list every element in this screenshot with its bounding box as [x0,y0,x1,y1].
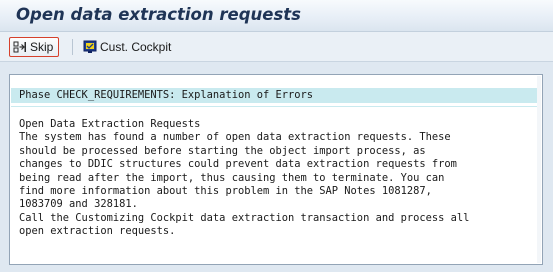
skip-icon [13,40,27,54]
header-divider [11,106,538,107]
cockpit-icon [83,40,97,54]
message-line: being read after the import, thus causin… [19,171,445,184]
message-line: changes to DDIC structures could prevent… [19,158,457,171]
message-line: 1083709 and 328181. [19,198,138,211]
customizing-cockpit-button-label: Cust. Cockpit [100,40,172,54]
message-heading: Open Data Extraction Requests [19,118,201,130]
page-title: Open data extraction requests [16,5,301,24]
message-line: The system has found a number of open da… [19,131,451,144]
toolbar-separator [72,39,73,55]
application-toolbar: Skip Cust. Cockpit [0,32,553,62]
message-line: find more information about this problem… [19,184,432,197]
message-panel: Phase CHECK_REQUIREMENTS: Explanation of… [9,74,543,265]
customizing-cockpit-button[interactable]: Cust. Cockpit [80,37,174,57]
message-line: open extraction requests. [19,225,176,238]
title-bar: Open data extraction requests [0,0,553,32]
message-line: should be processed before starting the … [19,144,426,157]
skip-button[interactable]: Skip [9,37,60,57]
skip-button-label: Skip [30,40,54,54]
message-line: Call the Customizing Cockpit data extrac… [19,211,470,224]
phase-header: Phase CHECK_REQUIREMENTS: Explanation of… [11,88,538,103]
panel-scrollbar[interactable] [537,76,541,263]
message-body: Open Data Extraction Requests The system… [19,118,534,239]
